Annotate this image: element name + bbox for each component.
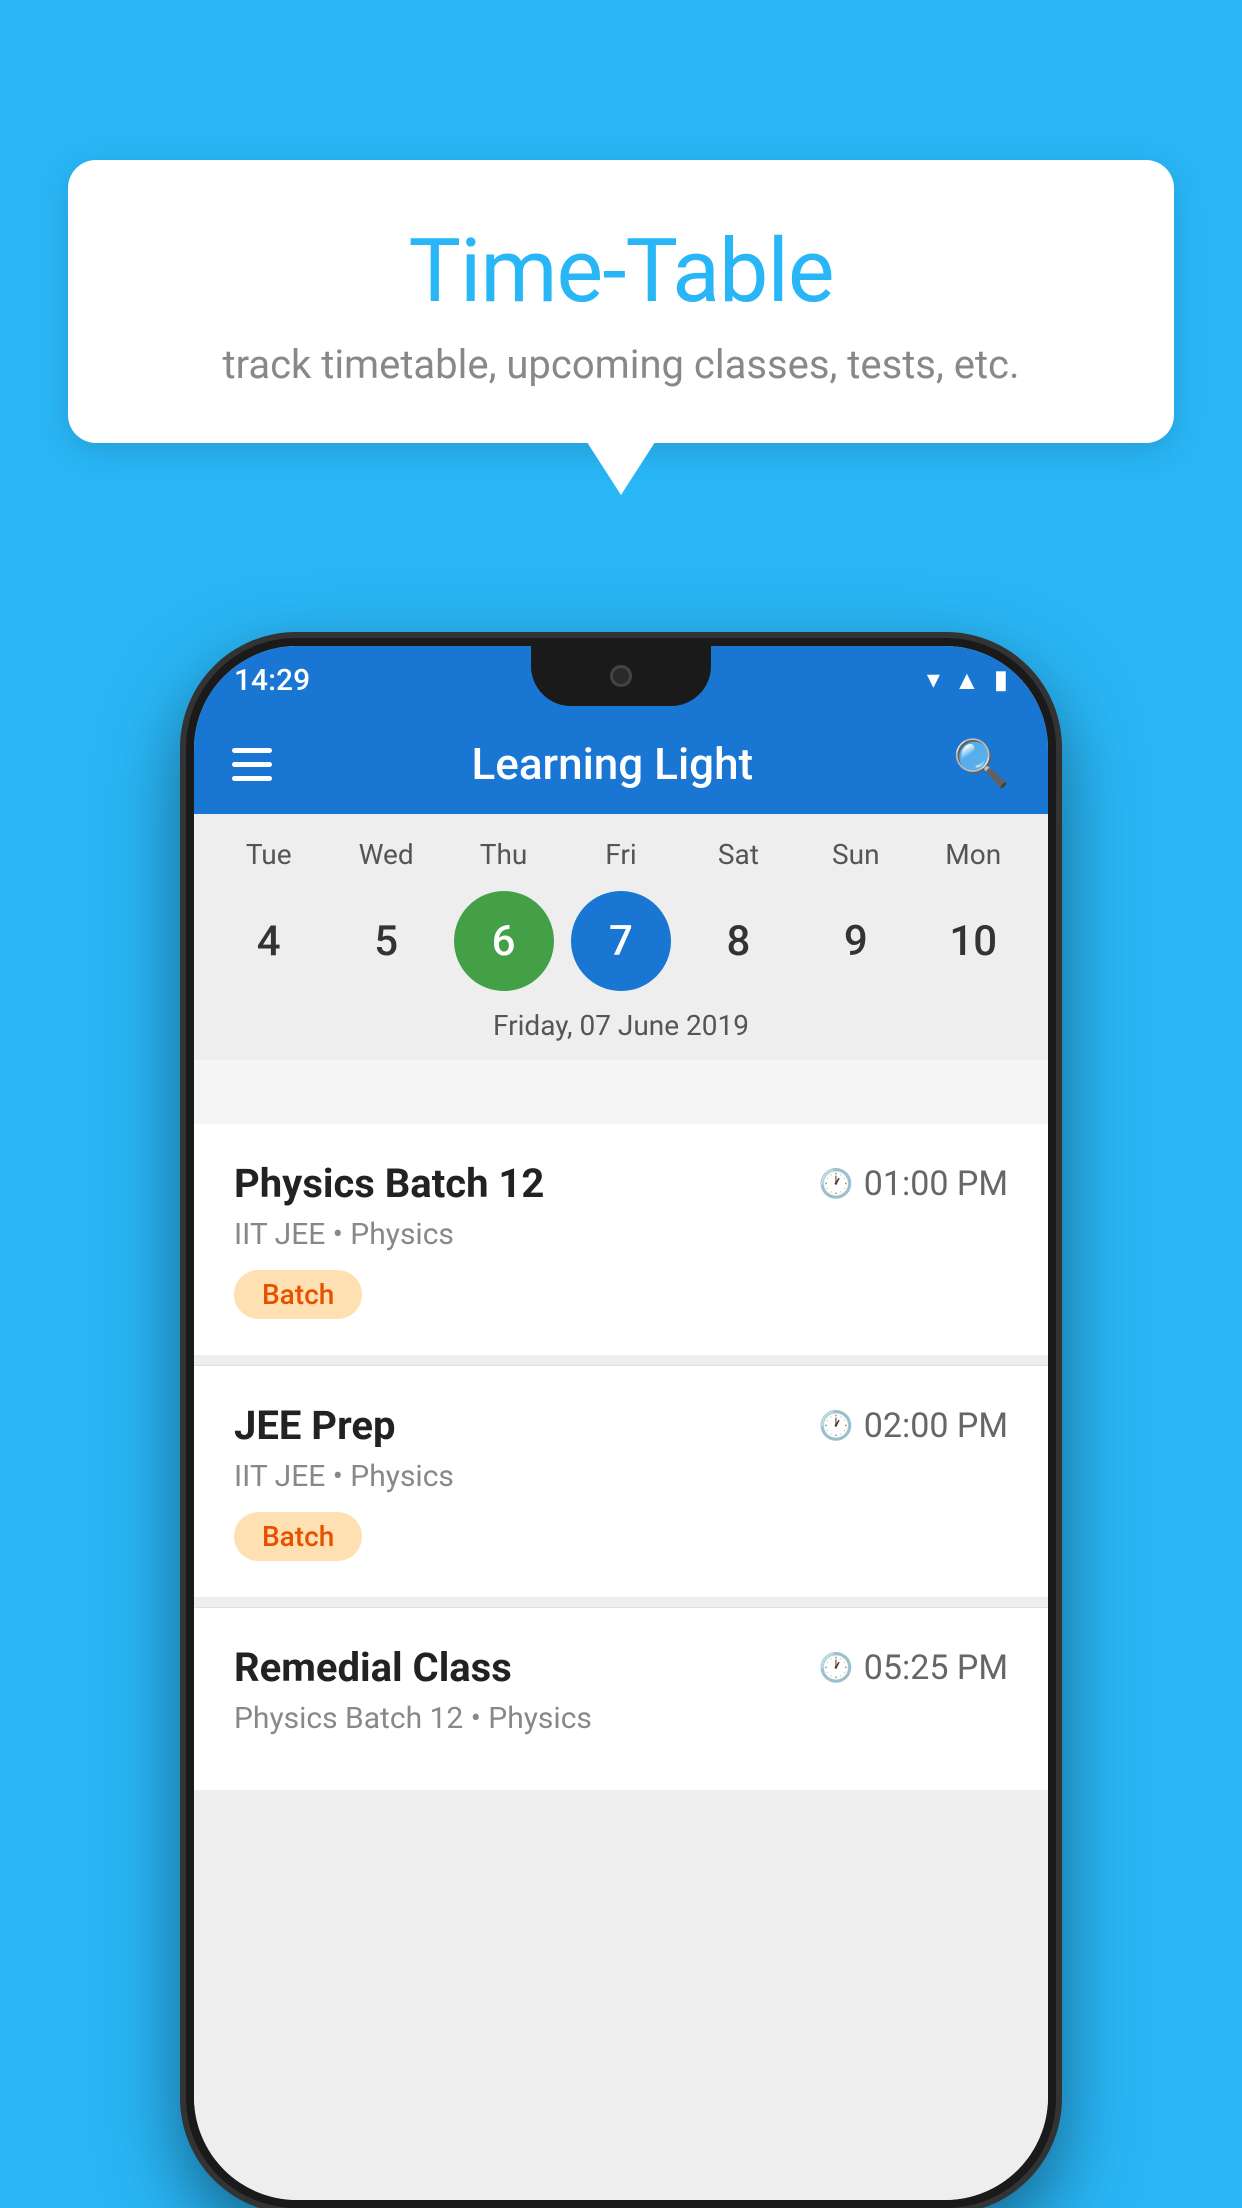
event-card-header-0: Physics Batch 12 🕐 01:00 PM (234, 1160, 1008, 1207)
day-dates: 45678910 (194, 883, 1048, 1001)
app-bar: Learning Light 🔍 (194, 714, 1048, 814)
event-sub-0: IIT JEE • Physics (234, 1217, 1008, 1252)
wifi-icon: ▾ (927, 665, 940, 695)
event-name-0: Physics Batch 12 (234, 1160, 544, 1207)
event-time-0: 🕐 01:00 PM (819, 1164, 1008, 1204)
events-section: Physics Batch 12 🕐 01:00 PM IIT JEE • Phys… (194, 1124, 1048, 2200)
tooltip-subtitle: track timetable, upcoming classes, tests… (128, 341, 1114, 388)
event-sub-2: Physics Batch 12 • Physics (234, 1701, 1008, 1736)
event-time-1: 🕐 02:00 PM (819, 1406, 1008, 1446)
event-card-1[interactable]: JEE Prep 🕐 02:00 PM IIT JEE • Physics Batch (194, 1366, 1048, 1597)
day-date-6[interactable]: 6 (454, 891, 554, 991)
day-date-4[interactable]: 4 (219, 891, 319, 991)
notch (531, 646, 711, 706)
event-sub-1: IIT JEE • Physics (234, 1459, 1008, 1494)
day-headers: Tue Wed Thu Fri Sat Sun Mon (194, 814, 1048, 883)
tooltip-title: Time-Table (128, 220, 1114, 323)
batch-badge-0: Batch (234, 1270, 362, 1319)
status-time: 14:29 (234, 663, 310, 698)
status-icons: ▾ ▲ ▮ (927, 665, 1008, 696)
notch-camera (610, 665, 632, 687)
day-header-tue: Tue (219, 838, 319, 871)
app-title: Learning Light (304, 738, 921, 790)
selected-date-label: Friday, 07 June 2019 (194, 1001, 1048, 1060)
day-date-7[interactable]: 7 (571, 891, 671, 991)
event-card-2[interactable]: Remedial Class 🕐 05:25 PM Physics Batch 12… (194, 1608, 1048, 1790)
day-header-wed: Wed (336, 838, 436, 871)
day-header-sun: Sun (806, 838, 906, 871)
calendar-section: Tue Wed Thu Fri Sat Sun Mon 45678910 Friday, 0… (194, 814, 1048, 1060)
day-date-5[interactable]: 5 (336, 891, 436, 991)
event-name-1: JEE Prep (234, 1402, 395, 1449)
clock-icon: 🕐 (819, 1651, 854, 1684)
event-card-header-2: Remedial Class 🕐 05:25 PM (234, 1644, 1008, 1691)
day-header-mon: Mon (923, 838, 1023, 871)
tooltip-card: Time-Table track timetable, upcoming cla… (68, 160, 1174, 443)
event-card-0[interactable]: Physics Batch 12 🕐 01:00 PM IIT JEE • Phys… (194, 1124, 1048, 1355)
battery-icon: ▮ (994, 665, 1008, 695)
event-name-2: Remedial Class (234, 1644, 512, 1691)
phone-frame: 14:29 ▾ ▲ ▮ Learning Light 🔍 Tue Wed Thu Fr… (186, 638, 1056, 2208)
search-button[interactable]: 🔍 (953, 737, 1010, 791)
day-header-fri: Fri (571, 838, 671, 871)
event-time-2: 🕐 05:25 PM (819, 1648, 1008, 1688)
clock-icon: 🕐 (819, 1409, 854, 1442)
phone-screen: 14:29 ▾ ▲ ▮ Learning Light 🔍 Tue Wed Thu Fr… (194, 646, 1048, 2200)
phone-wrapper: 14:29 ▾ ▲ ▮ Learning Light 🔍 Tue Wed Thu Fr… (186, 638, 1056, 2208)
hamburger-menu-button[interactable] (232, 748, 272, 781)
day-date-8[interactable]: 8 (688, 891, 788, 991)
day-date-9[interactable]: 9 (806, 891, 906, 991)
event-card-header-1: JEE Prep 🕐 02:00 PM (234, 1402, 1008, 1449)
day-header-sat: Sat (688, 838, 788, 871)
day-header-thu: Thu (454, 838, 554, 871)
day-date-10[interactable]: 10 (923, 891, 1023, 991)
clock-icon: 🕐 (819, 1167, 854, 1200)
batch-badge-1: Batch (234, 1512, 362, 1561)
signal-icon: ▲ (954, 665, 980, 696)
